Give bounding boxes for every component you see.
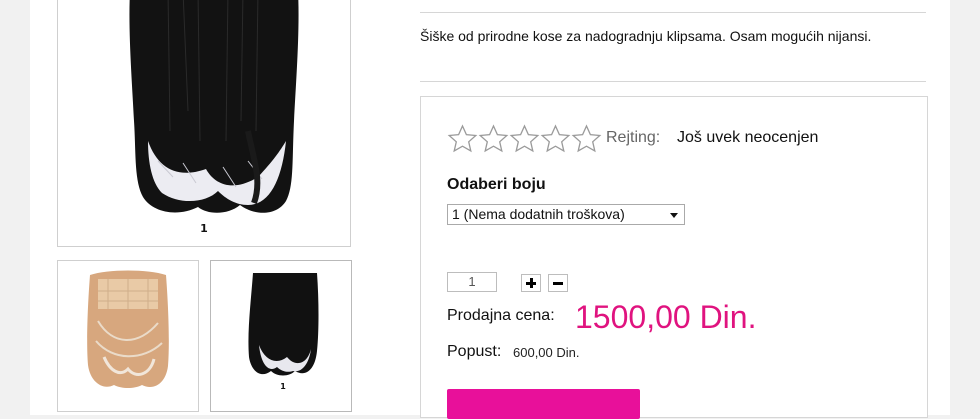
divider-top [420,12,926,13]
rating-value: Još uvek neocenjen [677,129,819,146]
hair-bangs-black-image: 1 [129,0,299,235]
discount-label: Popust: [447,343,502,360]
star-empty-icon[interactable] [540,124,571,154]
quantity-increase-button[interactable] [521,274,541,292]
star-empty-icon[interactable] [571,124,602,154]
thumbnail-black[interactable]: 1 [210,260,352,412]
discount-value: 600,00 Din. [513,345,580,360]
thumbnail-blonde[interactable] [57,260,199,412]
add-to-cart-button[interactable] [447,389,640,419]
divider-middle [420,81,926,82]
quantity-decrease-button[interactable] [548,274,568,292]
product-description: Šiške od prirodne kose za nadogradnju kl… [420,28,872,44]
hair-bangs-blonde-image [87,270,169,388]
hair-bangs-black-thumb-image: 1 [248,273,319,391]
sale-price-value: 1500,00 Din. [575,299,757,335]
main-product-image[interactable]: 1 [57,0,351,247]
star-empty-icon[interactable] [478,124,509,154]
color-option-label: Odaberi boju [447,176,546,193]
rating-label: Rejting: [606,129,661,146]
main-image-caption: 1 [200,222,208,235]
chevron-down-icon [670,213,678,218]
minus-icon [553,282,563,285]
thumbnail-caption: 1 [280,382,286,391]
star-empty-icon[interactable] [509,124,540,154]
color-select-value: 1 (Nema dodatnih troškova) [452,206,625,222]
sale-price-label: Prodajna cena: [447,307,555,324]
color-select[interactable]: 1 (Nema dodatnih troškova) [447,204,685,225]
quantity-input[interactable]: 1 [447,272,497,292]
star-empty-icon[interactable] [447,124,478,154]
rating-stars[interactable] [447,124,602,154]
